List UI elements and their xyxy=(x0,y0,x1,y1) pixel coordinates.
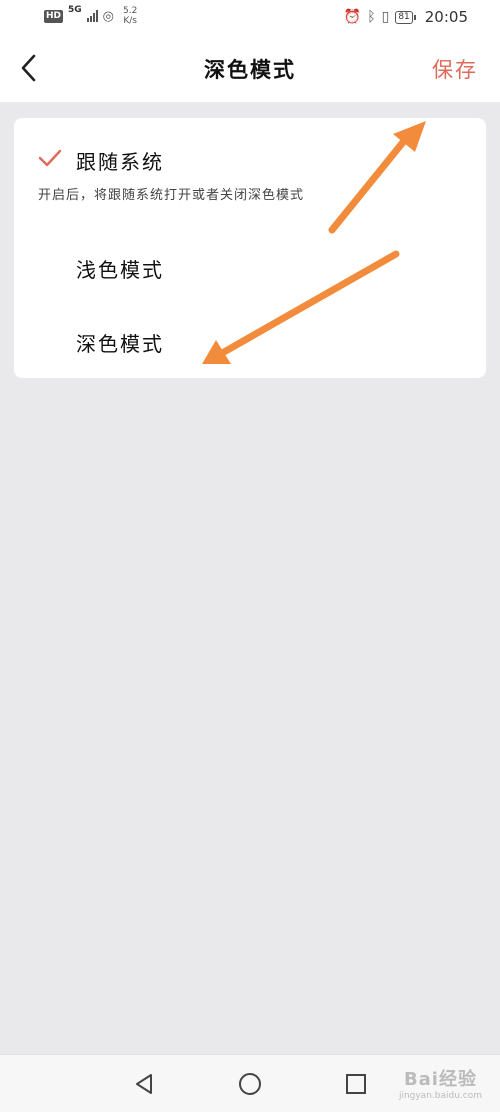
square-recent-icon[interactable] xyxy=(343,1071,369,1097)
follow-system-description: 开启后，将跟随系统打开或者关闭深色模式 xyxy=(38,188,305,203)
option-label: 跟随系统 xyxy=(76,150,164,174)
status-bar: HD 5G ◎ 5.2 K/s ⏰ ᛒ ▯ 81 20:05 xyxy=(0,0,500,34)
option-label: 浅色模式 xyxy=(76,258,164,282)
watermark: Bai经验 jingyan.baidu.com xyxy=(399,1065,482,1101)
signal-icon xyxy=(86,10,98,22)
save-button[interactable]: 保存 xyxy=(432,54,478,84)
theme-options-card: 跟随系统 开启后，将跟随系统打开或者关闭深色模式 浅色模式 深色模式 xyxy=(14,118,486,378)
system-nav-bar: Bai经验 jingyan.baidu.com xyxy=(0,1054,500,1112)
vibrate-icon: ▯ xyxy=(381,9,390,25)
circle-home-icon[interactable] xyxy=(237,1071,263,1097)
speed-value: 5.2 xyxy=(123,6,138,16)
hd-badge: HD xyxy=(44,9,64,23)
bluetooth-icon: ᛒ xyxy=(367,9,376,25)
status-right: ⏰ ᛒ ▯ 81 20:05 xyxy=(344,8,468,26)
watermark-sub: jingyan.baidu.com xyxy=(398,1091,482,1101)
status-time: 20:05 xyxy=(424,8,468,26)
triangle-back-icon[interactable] xyxy=(131,1071,157,1097)
hotspot-icon: ◎ xyxy=(102,8,115,24)
page-title: 深色模式 xyxy=(204,58,296,82)
option-follow-system[interactable]: 跟随系统 xyxy=(14,134,486,182)
status-left: HD 5G ◎ 5.2 K/s xyxy=(44,4,137,26)
option-dark-mode[interactable]: 深色模式 xyxy=(14,316,486,364)
network-speed: 5.2 K/s xyxy=(123,6,137,26)
option-label: 深色模式 xyxy=(76,332,164,356)
option-light-mode[interactable]: 浅色模式 xyxy=(14,242,486,290)
network-type: 5G xyxy=(68,4,82,15)
speed-unit: K/s xyxy=(123,16,137,26)
checkmark-icon xyxy=(38,149,62,167)
alarm-icon: ⏰ xyxy=(343,9,362,25)
watermark-main: Bai经验 xyxy=(403,1069,477,1090)
battery-indicator: 81 xyxy=(395,10,417,24)
title-bar: 深色模式 保存 xyxy=(0,34,500,102)
